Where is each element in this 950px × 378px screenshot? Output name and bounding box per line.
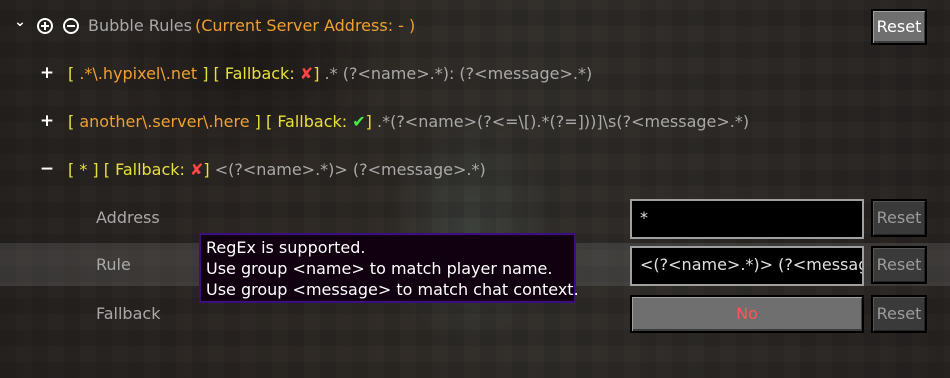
- fallback-reset-button[interactable]: Reset: [871, 295, 927, 333]
- rule-reset-button[interactable]: Reset: [871, 246, 927, 284]
- cross-icon: ✘: [190, 160, 204, 179]
- check-icon: ✔: [352, 112, 366, 131]
- fallback-label: Fallback: [96, 304, 161, 323]
- rule-pattern: .*(?<name>(?<=\[).*(?=]))]\s(?<message>.…: [376, 112, 750, 131]
- fallback-toggle-button[interactable]: No: [630, 295, 864, 333]
- rule-row[interactable]: − [ * ] [ Fallback: ✘] <(?<name>.*)> (?<…: [0, 146, 950, 194]
- rule-row[interactable]: + [ .*\.hypixel\.net ] [ Fallback: ✘] .*…: [0, 50, 950, 98]
- rule-input[interactable]: <(?<name>.*)> (?<messag: [630, 246, 864, 286]
- reset-all-button[interactable]: Reset: [871, 9, 927, 45]
- address-reset-button[interactable]: Reset: [871, 199, 927, 237]
- rule-row[interactable]: + [ another\.server\.here ] [ Fallback: …: [0, 98, 950, 146]
- rule-summary: [ another\.server\.here ] [ Fallback: ✔]…: [68, 112, 750, 131]
- address-input[interactable]: *: [630, 199, 864, 239]
- cross-icon: ✘: [299, 64, 314, 83]
- expand-icon[interactable]: +: [39, 63, 55, 83]
- fallback-label: Fallback:: [224, 64, 300, 83]
- fallback-label: Fallback:: [277, 112, 353, 131]
- tooltip-line: RegEx is supported.: [206, 238, 366, 257]
- fallback-label: Fallback:: [115, 160, 191, 179]
- rule-summary: [ .*\.hypixel\.net ] [ Fallback: ✘] .* (…: [68, 64, 593, 83]
- tooltip-line: Use group <message> to match chat contex…: [206, 280, 579, 299]
- expand-all-icon[interactable]: [37, 18, 53, 34]
- expand-icon[interactable]: +: [39, 111, 55, 131]
- tooltip-line: Use group <name> to match player name.: [206, 259, 553, 278]
- collapse-icon[interactable]: −: [39, 159, 55, 179]
- rule-address: .*\.hypixel\.net: [79, 64, 198, 83]
- chevron-down-icon[interactable]: ⌄: [12, 14, 28, 30]
- category-title: Bubble Rules: [88, 16, 192, 35]
- rule-summary: [ * ] [ Fallback: ✘] <(?<name>.*)> (?<me…: [68, 160, 486, 179]
- header-row: ⌄ Bubble Rules (Current Server Address: …: [0, 2, 950, 50]
- collapse-all-icon[interactable]: [63, 18, 79, 34]
- rule-pattern: .* (?<name>.*): (?<message>.*): [324, 64, 593, 83]
- rule-tooltip: RegEx is supported. Use group <name> to …: [199, 233, 579, 303]
- address-label: Address: [96, 208, 160, 227]
- rule-pattern: <(?<name>.*)> (?<message>.*): [214, 160, 486, 179]
- rule-address: another\.server\.here: [79, 112, 250, 131]
- rule-label: Rule: [96, 255, 131, 274]
- current-server-address: (Current Server Address: - ): [195, 16, 416, 35]
